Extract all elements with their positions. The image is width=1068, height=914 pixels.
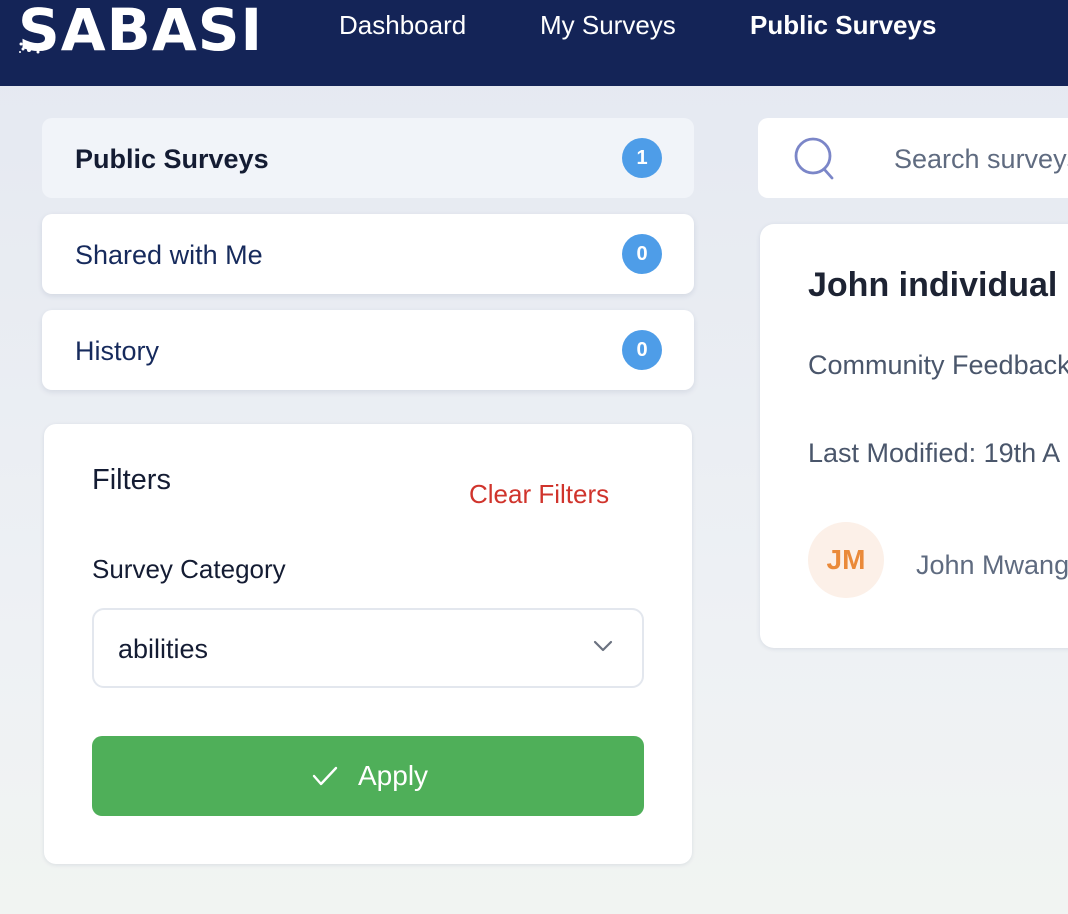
sidebar-item-public-surveys[interactable]: Public Surveys 1 xyxy=(42,118,694,198)
nav-dashboard[interactable]: Dashboard xyxy=(339,10,466,41)
survey-category-label: Survey Category xyxy=(92,554,286,584)
survey-title[interactable]: John individual xyxy=(808,266,1057,305)
count-badge: 1 xyxy=(622,138,662,178)
filters-panel: Filters Clear Filters Survey Category ab… xyxy=(44,424,692,864)
survey-category: Community Feedback xyxy=(808,350,1068,380)
apply-button-label: Apply xyxy=(358,760,429,791)
survey-category-select[interactable]: abilities xyxy=(92,608,644,688)
sidebar-item-shared-with-me[interactable]: Shared with Me 0 xyxy=(42,214,694,294)
selected-category: abilities xyxy=(118,634,209,664)
search-input[interactable]: Search surveys xyxy=(758,118,1068,198)
filters-title: Filters xyxy=(92,464,171,496)
search-placeholder: Search surveys xyxy=(894,144,1068,174)
top-navigation-bar: SABASI Dashboard My Surveys Public Surve… xyxy=(0,0,1068,86)
sidebar-item-history[interactable]: History 0 xyxy=(42,310,694,390)
sidebar-item-label: Shared with Me xyxy=(75,240,263,270)
avatar: JM xyxy=(808,522,884,598)
count-badge: 0 xyxy=(622,330,662,370)
check-icon xyxy=(312,766,338,786)
sidebar-item-label: Public Surveys xyxy=(75,144,269,174)
nav-my-surveys[interactable]: My Surveys xyxy=(540,10,676,41)
survey-card[interactable]: John individual Community Feedback Last … xyxy=(760,224,1068,648)
survey-author: John Mwangi xyxy=(916,550,1068,580)
logo-dots-icon xyxy=(19,41,40,54)
clear-filters-link[interactable]: Clear Filters xyxy=(469,479,609,510)
sidebar-item-label: History xyxy=(75,336,160,366)
search-icon xyxy=(794,137,834,180)
chevron-down-icon xyxy=(593,640,613,652)
count-badge: 0 xyxy=(622,234,662,274)
apply-button[interactable]: Apply xyxy=(92,736,644,816)
sabasi-logo[interactable]: SABASI xyxy=(18,1,263,59)
survey-last-modified: Last Modified: 19th A xyxy=(808,438,1061,468)
nav-public-surveys[interactable]: Public Surveys xyxy=(750,10,936,41)
